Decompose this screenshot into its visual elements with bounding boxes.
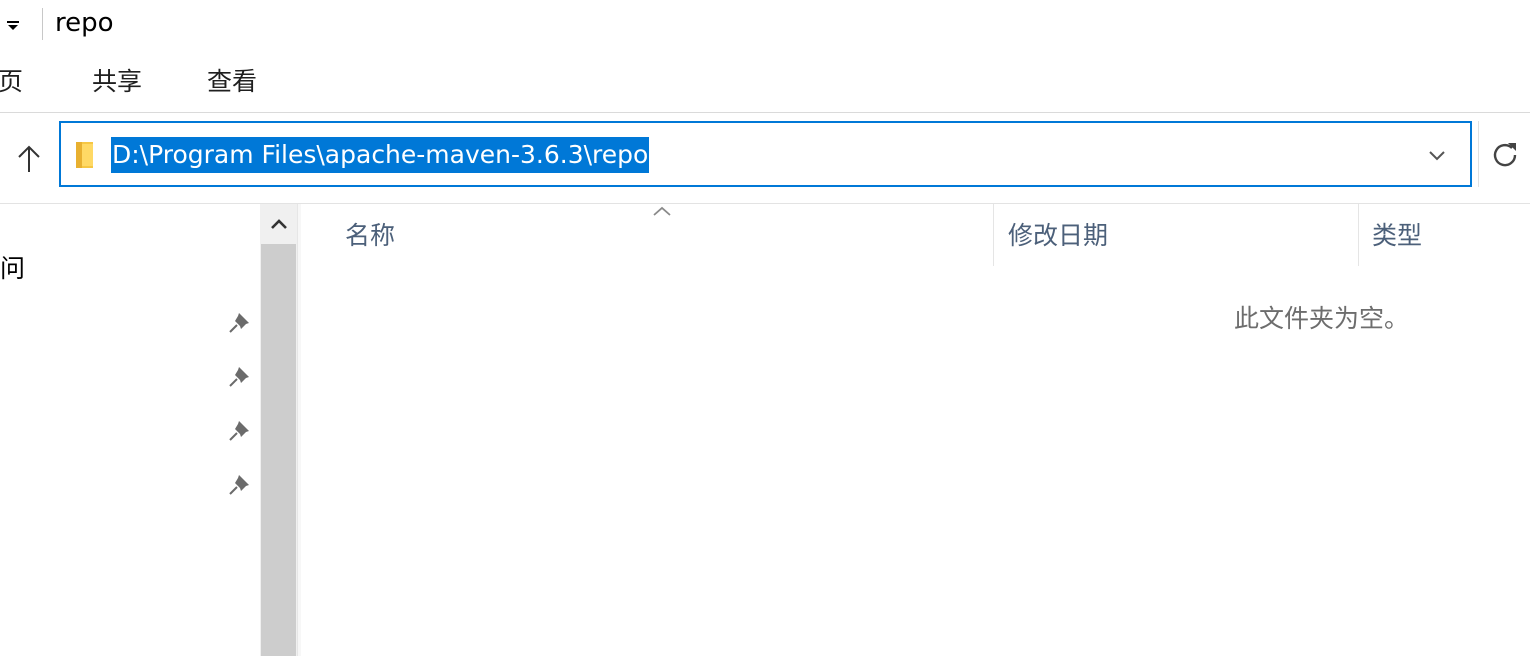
address-row: D:\Program Files\apache-maven-3.6.3\repo bbox=[0, 113, 1530, 203]
tab-home[interactable]: 页 bbox=[0, 64, 23, 100]
column-header-type[interactable]: 类型 bbox=[1359, 204, 1530, 266]
ribbon-tabs: 页 共享 查看 bbox=[0, 56, 1530, 112]
tab-share[interactable]: 共享 bbox=[92, 64, 142, 100]
scroll-up-button[interactable] bbox=[260, 204, 297, 244]
address-path-input[interactable]: D:\Program Files\apache-maven-3.6.3\repo bbox=[111, 137, 650, 173]
chevron-down-icon[interactable] bbox=[1424, 143, 1450, 169]
refresh-icon bbox=[1493, 143, 1516, 167]
caret-down-icon bbox=[7, 21, 19, 30]
column-header-date-label: 修改日期 bbox=[1008, 221, 1109, 250]
up-arrow-icon bbox=[18, 145, 40, 172]
folder-icon bbox=[76, 142, 93, 168]
up-button[interactable] bbox=[10, 138, 48, 178]
pin-icon[interactable] bbox=[226, 416, 254, 444]
column-header-type-label: 类型 bbox=[1372, 221, 1423, 250]
quick-access-dropdown-button[interactable] bbox=[2, 12, 24, 38]
pin-icon[interactable] bbox=[226, 362, 254, 390]
chevron-up-icon bbox=[270, 219, 287, 229]
pin-icon[interactable] bbox=[226, 308, 254, 336]
file-explorer-window: repo 页 共享 查看 D:\Program Files\apache-mav… bbox=[0, 0, 1530, 656]
tab-view[interactable]: 查看 bbox=[207, 64, 257, 100]
scrollbar-thumb[interactable] bbox=[261, 244, 296, 656]
column-header-date-modified[interactable]: 修改日期 bbox=[994, 204, 1358, 266]
address-bar[interactable]: D:\Program Files\apache-maven-3.6.3\repo bbox=[59, 121, 1472, 187]
navigation-pane: 问 bbox=[0, 204, 260, 656]
empty-folder-message: 此文件夹为空。 bbox=[1234, 304, 1410, 333]
column-header-name-label: 名称 bbox=[345, 221, 396, 250]
window-title: repo bbox=[55, 8, 114, 38]
title-bar: repo bbox=[0, 0, 1530, 50]
nav-item-quick-access[interactable]: 问 bbox=[0, 252, 25, 286]
refresh-button[interactable] bbox=[1478, 121, 1530, 187]
pin-icon[interactable] bbox=[226, 470, 254, 498]
nav-scrollbar[interactable] bbox=[260, 204, 297, 656]
column-header-name[interactable]: 名称 bbox=[301, 204, 993, 266]
title-separator bbox=[42, 8, 43, 40]
file-list: 名称 修改日期 类型 此文件夹为空。 bbox=[301, 204, 1530, 656]
